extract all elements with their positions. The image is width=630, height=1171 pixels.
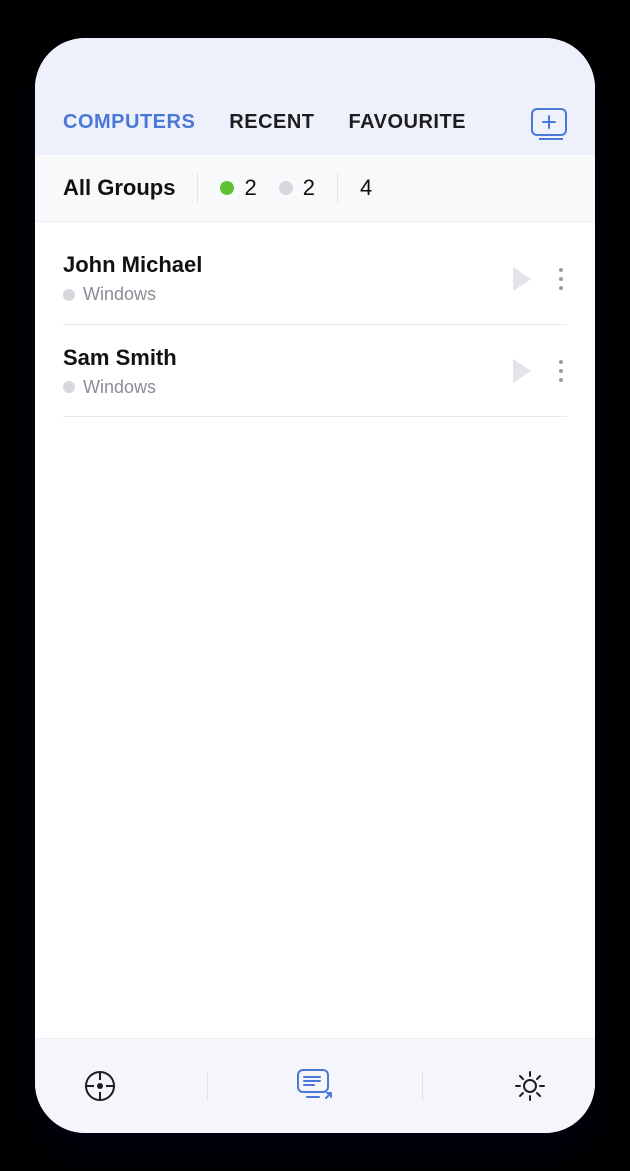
- os-label: Windows: [83, 284, 156, 305]
- connect-button[interactable]: [513, 359, 531, 383]
- nav-remote-control[interactable]: [78, 1064, 122, 1108]
- status-dot-icon: [63, 289, 75, 301]
- tab-bar: COMPUTERS RECENT FAVOURITE: [35, 108, 595, 154]
- crosshair-icon: [83, 1069, 117, 1103]
- computer-list-icon: [295, 1067, 335, 1105]
- more-options-button[interactable]: [555, 356, 567, 386]
- offline-status-icon: [279, 181, 293, 195]
- os-label: Windows: [83, 377, 156, 398]
- more-options-button[interactable]: [555, 264, 567, 294]
- total-count-value: 4: [360, 175, 372, 201]
- divider: [207, 1071, 208, 1101]
- offline-count[interactable]: 2: [279, 175, 315, 201]
- list-item[interactable]: John Michael Windows: [63, 232, 567, 325]
- computer-name: Sam Smith: [63, 345, 513, 371]
- online-status-icon: [220, 181, 234, 195]
- bottom-nav: [35, 1038, 595, 1133]
- connect-button[interactable]: [513, 267, 531, 291]
- status-dot-icon: [63, 381, 75, 393]
- group-selector[interactable]: All Groups: [63, 175, 175, 201]
- offline-count-value: 2: [303, 175, 315, 201]
- nav-settings[interactable]: [508, 1064, 552, 1108]
- add-computer-button[interactable]: [531, 108, 567, 136]
- total-count[interactable]: 4: [360, 175, 372, 201]
- group-filter-bar: All Groups 2 2 4: [35, 154, 595, 222]
- computer-os: Windows: [63, 284, 156, 305]
- divider: [337, 173, 338, 203]
- tab-computers[interactable]: COMPUTERS: [63, 111, 195, 134]
- plus-icon: [542, 115, 556, 129]
- header: COMPUTERS RECENT FAVOURITE: [35, 38, 595, 154]
- phone-frame: COMPUTERS RECENT FAVOURITE All Groups 2 …: [35, 38, 595, 1133]
- computer-os: Windows: [63, 377, 156, 398]
- list-item[interactable]: Sam Smith Windows: [63, 325, 567, 418]
- gear-icon: [513, 1069, 547, 1103]
- computer-info: Sam Smith Windows: [63, 345, 513, 399]
- divider: [197, 173, 198, 203]
- tab-recent[interactable]: RECENT: [229, 111, 314, 134]
- tab-favourite[interactable]: FAVOURITE: [349, 111, 466, 134]
- computer-name: John Michael: [63, 252, 513, 278]
- computer-list: John Michael Windows Sam Smith Windows: [35, 222, 595, 1038]
- divider: [422, 1071, 423, 1101]
- nav-computers[interactable]: [293, 1064, 337, 1108]
- online-count[interactable]: 2: [220, 175, 256, 201]
- online-count-value: 2: [244, 175, 256, 201]
- computer-info: John Michael Windows: [63, 252, 513, 306]
